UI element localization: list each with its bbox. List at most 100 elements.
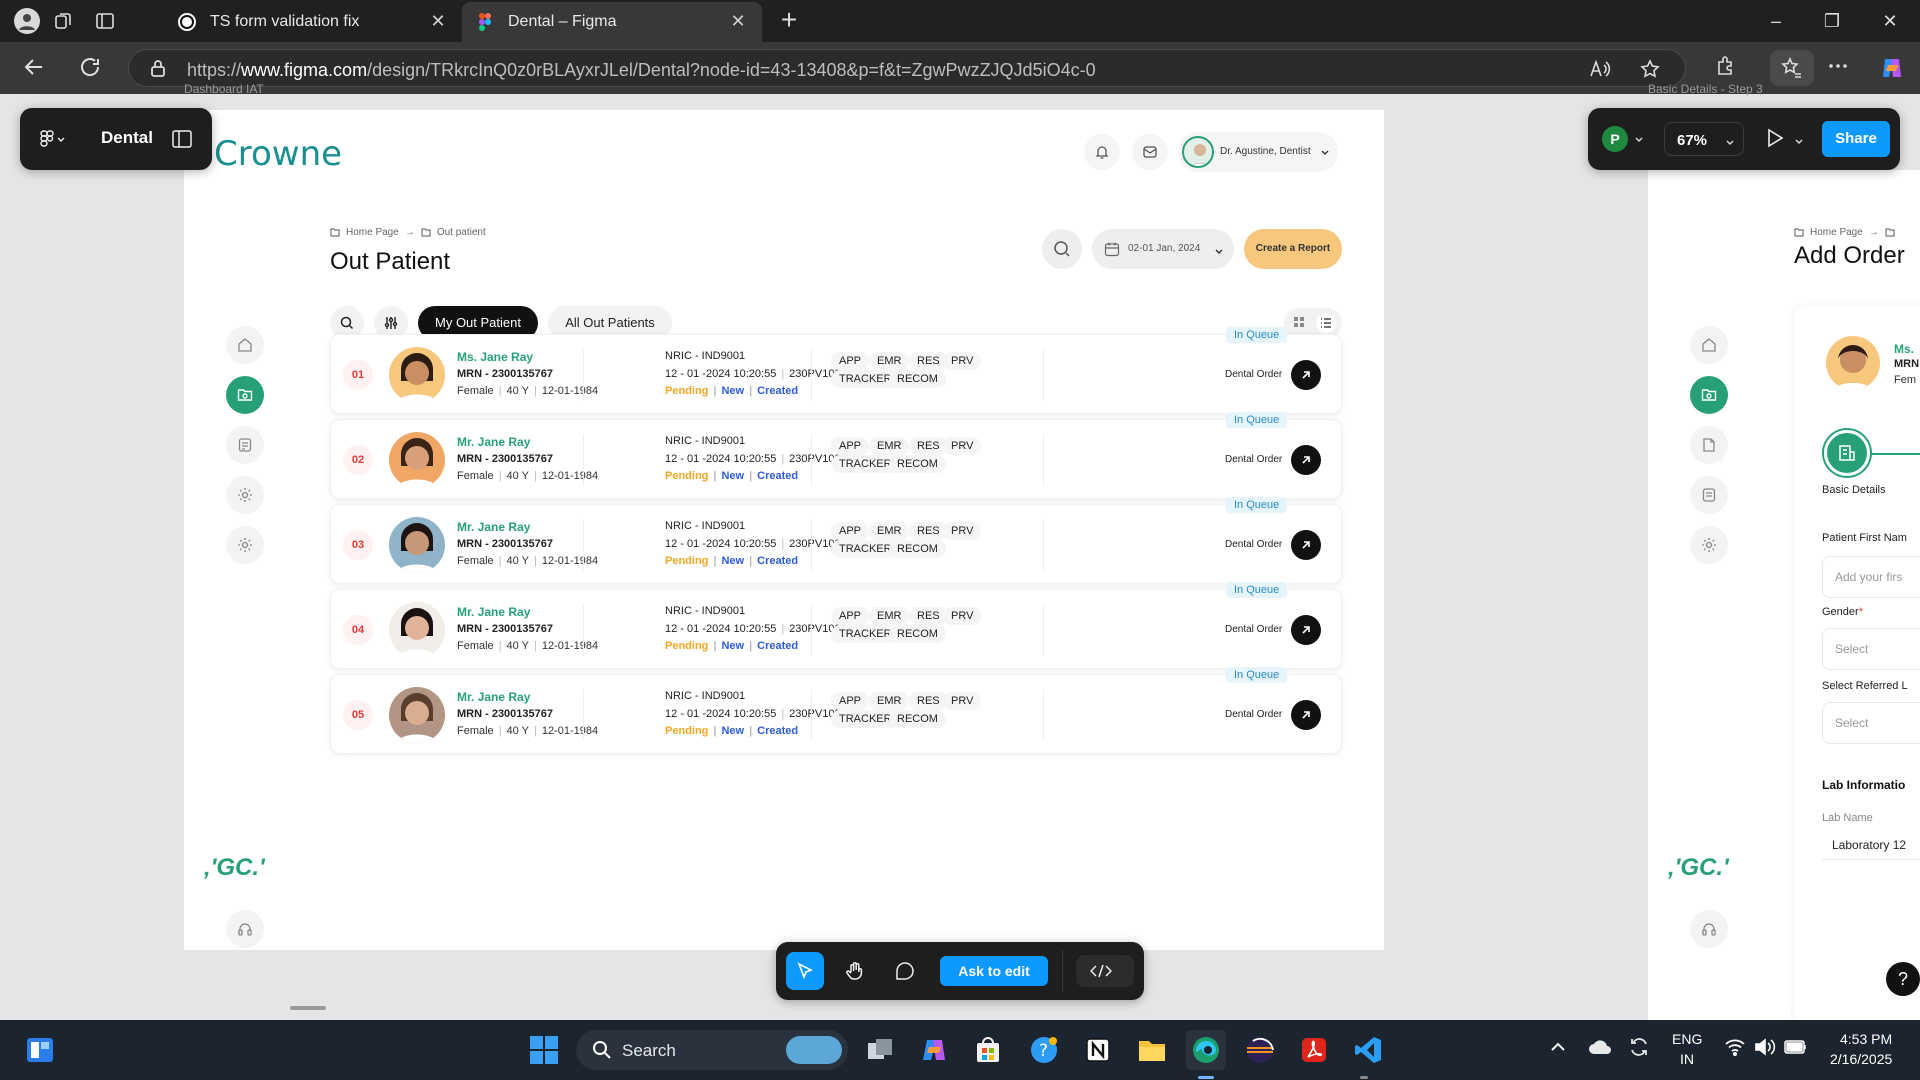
file-name[interactable]: Dental <box>101 128 153 148</box>
taskbar-search[interactable]: Search <box>576 1030 848 1070</box>
breadcrumb-home[interactable]: Home Page <box>346 227 399 238</box>
module-chip[interactable]: PRV <box>943 607 982 625</box>
profile-icon[interactable] <box>14 8 40 34</box>
patient-name[interactable]: Mr. Jane Ray <box>457 605 530 619</box>
canvas-scrollbar[interactable] <box>290 1006 326 1010</box>
status-pending[interactable]: Pending <box>665 725 708 737</box>
module-chip[interactable]: APP <box>831 522 870 540</box>
module-chip[interactable]: RES <box>909 437 948 455</box>
status-new[interactable]: New <box>721 640 744 652</box>
volume-icon[interactable] <box>1754 1038 1776 1061</box>
figma-menu-icon[interactable] <box>40 130 68 153</box>
task-view-icon[interactable] <box>860 1030 900 1070</box>
clock-date[interactable]: 2/16/2025 <box>1830 1051 1892 1067</box>
favorites-icon[interactable] <box>1770 50 1814 86</box>
module-chip[interactable]: APP <box>831 692 870 710</box>
module-chip[interactable]: PRV <box>943 437 982 455</box>
nav-orders[interactable] <box>1690 426 1728 464</box>
nav-documents[interactable] <box>226 426 264 464</box>
battery-icon[interactable] <box>1784 1040 1808 1059</box>
patient-row[interactable]: In Queue 02 Mr. Jane Ray MRN - 2300135767 Fe… <box>330 412 1342 499</box>
module-chip[interactable]: EMR <box>869 352 910 370</box>
read-aloud-icon[interactable] <box>1589 59 1611 81</box>
module-chip[interactable]: PRV <box>943 522 982 540</box>
patient-name[interactable]: Mr. Jane Ray <box>457 690 530 704</box>
maximize-button[interactable]: ❐ <box>1818 8 1846 34</box>
nav-support[interactable] <box>226 910 264 948</box>
hand-tool-button[interactable] <box>836 952 874 990</box>
module-chip[interactable]: APP <box>831 437 870 455</box>
module-chip[interactable]: RES <box>909 692 948 710</box>
patient-row[interactable]: In Queue 03 Mr. Jane Ray MRN - 2300135767 Fe… <box>330 497 1342 584</box>
status-created[interactable]: Created <box>757 385 798 397</box>
status-created[interactable]: Created <box>757 640 798 652</box>
status-pending[interactable]: Pending <box>665 470 708 482</box>
back-button[interactable] <box>20 55 48 83</box>
nav-patients[interactable] <box>1690 376 1728 414</box>
module-chip[interactable]: RECOM <box>889 370 946 388</box>
zoom-menu[interactable]: 67% <box>1664 122 1744 156</box>
module-chip[interactable]: RECOM <box>889 455 946 473</box>
module-chip[interactable]: RECOM <box>889 710 946 728</box>
favorite-star-icon[interactable] <box>1639 59 1661 81</box>
status-created[interactable]: Created <box>757 470 798 482</box>
copilot-app-icon[interactable] <box>914 1030 954 1070</box>
grid-view-icon[interactable] <box>1292 315 1310 331</box>
refresh-button[interactable] <box>76 55 104 83</box>
comment-tool-button[interactable] <box>886 952 924 990</box>
language-bottom[interactable]: IN <box>1680 1051 1694 1067</box>
module-chip[interactable]: PRV <box>943 352 982 370</box>
more-menu-icon[interactable] <box>1824 55 1852 83</box>
nav-preferences[interactable] <box>226 526 264 564</box>
list-view-icon[interactable] <box>1316 313 1336 333</box>
module-chip[interactable]: RES <box>909 607 948 625</box>
chevron-down-icon[interactable] <box>1634 132 1644 150</box>
notion-icon[interactable] <box>1078 1030 1118 1070</box>
start-button[interactable] <box>524 1030 564 1070</box>
edge-app-icon[interactable] <box>1186 1030 1226 1070</box>
nav-home[interactable] <box>1690 326 1728 364</box>
gender-select[interactable]: Select <box>1822 628 1920 670</box>
vscode-icon[interactable] <box>1348 1030 1388 1070</box>
tab-actions-icon[interactable] <box>92 8 118 34</box>
nav-support[interactable] <box>1690 910 1728 948</box>
open-order-button[interactable] <box>1291 615 1321 645</box>
nav-home[interactable] <box>226 326 264 364</box>
share-button[interactable]: Share <box>1822 121 1890 157</box>
step-basic-details[interactable] <box>1824 430 1870 476</box>
extensions-icon[interactable] <box>1712 55 1740 83</box>
open-order-button[interactable] <box>1291 445 1321 475</box>
nav-documents[interactable] <box>1690 476 1728 514</box>
breadcrumb-current[interactable]: Out patient <box>437 227 486 238</box>
referred-select[interactable]: Select <box>1822 702 1920 744</box>
create-report-button[interactable]: Create a Report <box>1244 229 1342 269</box>
lab-name-field[interactable]: Laboratory 12 <box>1822 826 1920 860</box>
patient-name[interactable]: Ms. Jane Ray <box>457 350 533 364</box>
status-pending[interactable]: Pending <box>665 555 708 567</box>
minimize-button[interactable]: – <box>1762 8 1790 34</box>
module-chip[interactable]: RECOM <box>889 625 946 643</box>
module-chip[interactable]: EMR <box>869 522 910 540</box>
copilot-icon[interactable] <box>1878 55 1906 83</box>
module-chip[interactable]: APP <box>831 607 870 625</box>
status-created[interactable]: Created <box>757 725 798 737</box>
patient-row[interactable]: In Queue 05 Mr. Jane Ray MRN - 2300135767 Fe… <box>330 667 1342 754</box>
close-tab-icon[interactable]: ✕ <box>428 11 448 31</box>
chevron-up-icon[interactable] <box>1550 1040 1566 1059</box>
widgets-icon[interactable] <box>20 1030 60 1070</box>
present-play-icon[interactable] <box>1766 128 1784 153</box>
sidebar-toggle-icon[interactable] <box>172 130 192 153</box>
acrobat-icon[interactable] <box>1294 1030 1334 1070</box>
status-new[interactable]: New <box>721 555 744 567</box>
collaborator-avatar[interactable]: P <box>1602 126 1628 152</box>
messages-button[interactable] <box>1132 134 1168 170</box>
wifi-icon[interactable] <box>1724 1038 1746 1061</box>
tab-ts-form-validation[interactable]: TS form validation fix ✕ <box>164 2 462 42</box>
help-app-icon[interactable]: ? <box>1024 1030 1064 1070</box>
help-button[interactable]: ? <box>1886 962 1920 996</box>
open-order-button[interactable] <box>1291 530 1321 560</box>
open-order-button[interactable] <box>1291 360 1321 390</box>
module-chip[interactable]: RES <box>909 522 948 540</box>
url-field[interactable]: https://www.figma.com/design/TRkrcInQ0z0… <box>128 49 1686 87</box>
move-tool-button[interactable] <box>786 952 824 990</box>
